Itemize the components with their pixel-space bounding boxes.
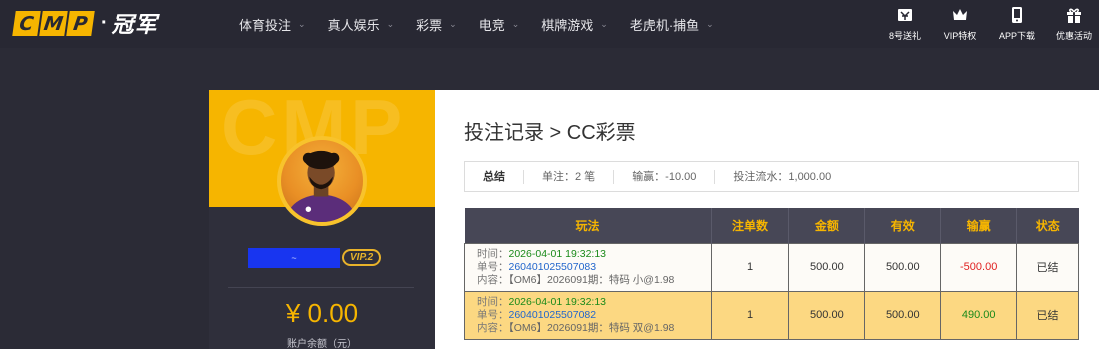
bet-count: 1 xyxy=(710,290,790,340)
main-nav: 体育投注 ⌄ 真人娱乐 ⌄ 彩票 ⌄ 电竞 ⌄ 棋牌游戏 ⌄ 老虎机·捕鱼 ⌄ xyxy=(239,0,714,48)
order-label: 单号： xyxy=(477,308,509,321)
nav-item-label: 老虎机·捕鱼 xyxy=(629,17,700,33)
gift-box-icon xyxy=(898,9,912,21)
mobile-phone-icon xyxy=(1012,7,1022,23)
quick-link-label: 8号送礼 xyxy=(888,31,921,41)
table-row[interactable]: 时间：2026-04-01 19:32:13 单号：26040102550708… xyxy=(464,242,1079,292)
logo-letter: P xyxy=(66,10,95,36)
nav-item-label: 电竞 xyxy=(478,17,505,33)
quick-link-label: APP下载 xyxy=(998,31,1035,41)
nav-item-live-casino[interactable]: 真人娱乐 ⌄ xyxy=(328,15,395,34)
top-nav-bar: C M P · 冠军 体育投注 ⌄ 真人娱乐 ⌄ 彩票 ⌄ 电竞 ⌄ 棋牌游戏 ⌄ 老虎机… xyxy=(0,0,1099,48)
bet-detail-cell: 时间：2026-04-01 19:32:13 单号：26040102550708… xyxy=(464,290,712,340)
summary-win-loss: 输赢：-10.00 xyxy=(614,169,716,184)
col-header-win-loss: 输赢 xyxy=(940,208,1017,243)
table-row[interactable]: 时间：2026-04-01 19:32:13 单号：26040102550708… xyxy=(464,290,1079,340)
order-number-link[interactable]: 260401025507083 xyxy=(509,261,597,273)
vip-badge[interactable]: VIP.2 xyxy=(342,249,382,266)
chevron-down-icon: ⌄ xyxy=(298,18,306,29)
page-title: 投注记录 > CC彩票 xyxy=(464,122,636,144)
quick-link-label: 优惠活动 xyxy=(1055,31,1092,41)
win-loss-value: 490.00 xyxy=(940,290,1018,340)
nav-item-sports[interactable]: 体育投注 ⌄ xyxy=(239,15,306,34)
status-cell: 已结 xyxy=(1016,290,1079,340)
col-header-status: 状态 xyxy=(1016,208,1079,243)
nav-item-label: 体育投注 xyxy=(239,17,292,33)
avatar-portrait-icon xyxy=(286,150,356,222)
logo-wordmark: 冠军 xyxy=(111,12,158,37)
col-header-valid: 有效 xyxy=(864,208,941,243)
balance-amount: ¥ 0.00 xyxy=(285,298,359,328)
logo-letter: C xyxy=(12,10,41,36)
site-logo[interactable]: C M P · 冠军 xyxy=(12,10,158,37)
content-label: 内容： xyxy=(477,273,509,286)
quick-link-8th-gift[interactable]: 8号送礼 xyxy=(880,6,930,42)
content-label: 内容： xyxy=(477,321,509,334)
win-loss-value: -500.00 xyxy=(940,242,1018,292)
table-header-row: 玩法 注单数 金额 有效 输赢 状态 xyxy=(464,208,1079,243)
bet-time: 2026-04-01 19:32:13 xyxy=(508,247,607,260)
status-cell: 已结 xyxy=(1016,242,1079,292)
col-header-bet-count: 注单数 xyxy=(710,208,789,243)
nav-item-lottery[interactable]: 彩票 ⌄ xyxy=(416,15,457,34)
chevron-down-icon: ⌄ xyxy=(706,18,714,29)
nav-item-label: 真人娱乐 xyxy=(327,17,380,33)
chevron-down-icon: ⌄ xyxy=(386,18,395,29)
logo-letter: M xyxy=(39,10,68,36)
username-masked: ~ xyxy=(248,248,340,268)
time-label: 时间： xyxy=(477,295,509,308)
crown-icon xyxy=(953,9,967,20)
valid-amount: 500.00 xyxy=(864,290,942,340)
chevron-down-icon: ⌄ xyxy=(449,18,457,29)
bet-content: 【OM6】2026091期：特码 小@1.98 xyxy=(508,273,675,286)
nav-item-esports[interactable]: 电竞 ⌄ xyxy=(479,15,520,34)
quick-link-promotions[interactable]: 优惠活动 xyxy=(1049,6,1099,42)
logo-separator: · xyxy=(101,11,108,34)
balance-label: 账户余额（元） xyxy=(287,339,357,349)
bet-content: 【OM6】2026091期：特码 双@1.98 xyxy=(508,321,675,334)
bet-amount: 500.00 xyxy=(788,242,866,292)
nav-item-label: 棋牌游戏 xyxy=(541,17,594,33)
summary-turnover: 投注流水：1,000.00 xyxy=(733,170,832,183)
summary-bar: 总结 单注：2 笔 输赢：-10.00 投注流水：1,000.00 xyxy=(464,161,1079,192)
nav-item-label: 彩票 xyxy=(416,17,443,33)
bet-time: 2026-04-01 19:32:13 xyxy=(508,295,607,308)
order-label: 单号： xyxy=(477,260,509,273)
quick-link-app-download[interactable]: APP下载 xyxy=(992,6,1042,42)
col-header-amount: 金额 xyxy=(788,208,865,243)
bet-count: 1 xyxy=(710,242,790,292)
summary-bet-count: 单注：2 笔 xyxy=(524,169,615,184)
valid-amount: 500.00 xyxy=(864,242,942,292)
bet-detail-cell: 时间：2026-04-01 19:32:13 单号：26040102550708… xyxy=(464,242,712,292)
avatar[interactable] xyxy=(277,136,367,226)
summary-title: 总结 xyxy=(465,169,524,184)
quick-link-label: VIP特权 xyxy=(943,31,977,41)
divider xyxy=(228,287,414,288)
quick-link-vip[interactable]: VIP特权 xyxy=(935,6,985,42)
nav-item-card-games[interactable]: 棋牌游戏 ⌄ xyxy=(541,15,608,34)
gift-icon xyxy=(1067,8,1081,23)
nav-item-slots-fishing[interactable]: 老虎机·捕鱼 ⌄ xyxy=(630,15,714,34)
profile-panel: CMP ~ VIP.2 ¥ 0.00 账户余额（元） xyxy=(209,90,435,349)
chevron-down-icon: ⌄ xyxy=(511,18,520,29)
bet-amount: 500.00 xyxy=(788,290,866,340)
bet-records-panel: 投注记录 > CC彩票 总结 单注：2 笔 输赢：-10.00 投注流水：1,0… xyxy=(435,90,1099,349)
col-header-play: 玩法 xyxy=(464,208,712,243)
order-number-link[interactable]: 260401025507082 xyxy=(509,309,597,321)
time-label: 时间： xyxy=(477,247,509,260)
bet-records-table: 玩法 注单数 金额 有效 输赢 状态 时间：2026-04-01 19:32:1… xyxy=(464,208,1079,340)
chevron-down-icon: ⌄ xyxy=(600,18,608,29)
